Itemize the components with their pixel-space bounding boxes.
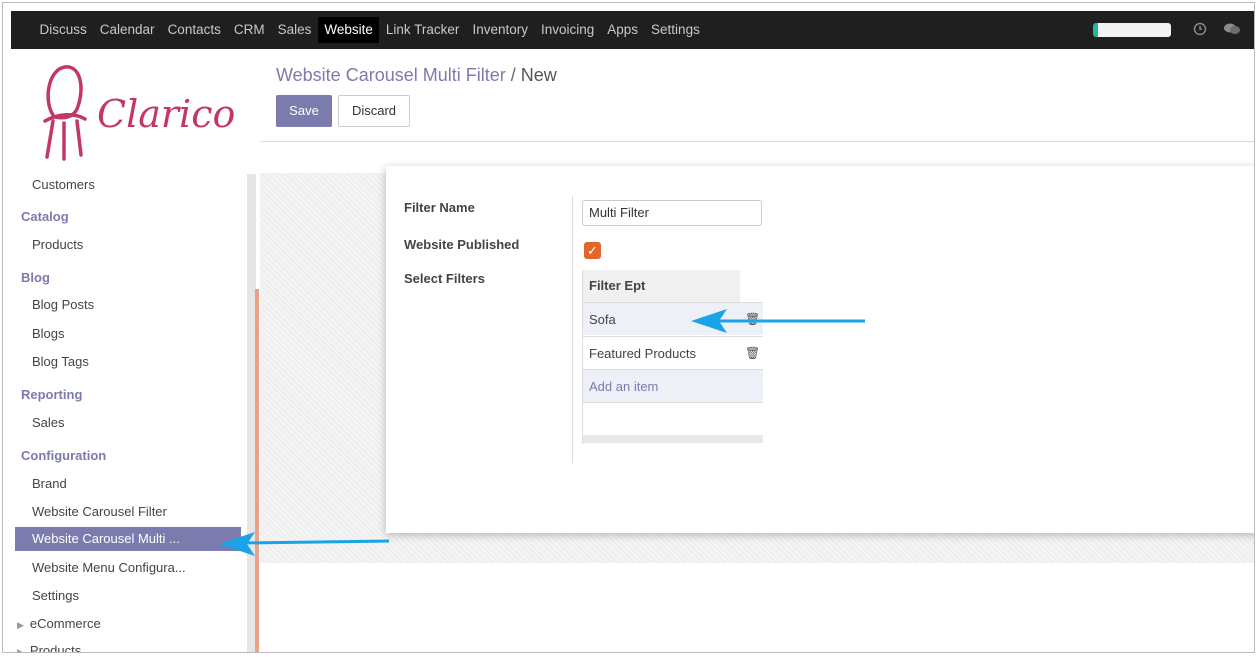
top-menu-settings[interactable]: Settings [645,17,707,43]
top-menu-calendar[interactable]: Calendar [93,17,161,43]
sidebar-item-products[interactable]: Products [32,237,83,252]
clarico-logo: Clarico [31,59,251,169]
row-label: Sofa [589,312,616,327]
top-menu-discuss[interactable]: Discuss [33,17,93,43]
top-navbar: Discuss Calendar Contacts CRM Sales Website Li… [11,11,1254,49]
top-menu-link-tracker[interactable]: Link Tracker [379,17,466,43]
sidebar-item-blog-tags[interactable]: Blog Tags [32,354,89,369]
top-menu-website[interactable]: Website [317,17,380,43]
sidebar-group-label: eCommerce [29,616,101,631]
screenshot-frame: Discuss Calendar Contacts CRM Sales Website Li… [2,2,1255,653]
save-button[interactable]: Save [276,95,332,127]
annotation-arrow-icon [691,309,865,333]
table-footer [583,435,763,443]
filter-name-label: Filter Name [404,200,475,215]
breadcrumb-current: New [520,65,557,85]
sidebar-item-blog-posts[interactable]: Blog Posts [32,297,94,312]
sidebar-item-brand[interactable]: Brand [32,476,67,491]
sidebar-item-website-carousel-filter[interactable]: Website Carousel Filter [32,504,167,519]
sidebar-group-ecommerce[interactable]: ▶ eCommerce [17,616,101,631]
select-filters-label: Select Filters [404,271,485,286]
breadcrumb-parent[interactable]: Website Carousel Multi Filter [276,65,506,85]
logo-text: Clarico [97,92,235,136]
annotation-arrow-icon [219,532,390,556]
control-panel-divider [260,141,1254,142]
caret-right-icon: ▶ [17,647,24,653]
sidebar-item-settings[interactable]: Settings [32,588,79,603]
chat-icon[interactable] [1223,22,1241,39]
sidebar-section-configuration: Configuration [21,448,107,463]
top-menu-invoicing[interactable]: Invoicing [534,17,600,43]
filters-table: Filter Ept Sofa 🗑 Featured Products 🗑 Ad… [582,270,763,444]
top-menu-inventory[interactable]: Inventory [466,17,535,43]
sidebar-item-website-carousel-multi[interactable]: Website Carousel Multi ... [15,527,241,551]
top-menu-sales[interactable]: Sales [271,17,318,43]
sidebar-group-products[interactable]: ▶ Products [17,643,82,653]
form-column-divider [572,196,573,463]
sidebar-item-customers[interactable]: Customers [32,177,95,192]
sidebar-item-blogs[interactable]: Blogs [32,326,65,341]
filter-name-input[interactable]: Multi Filter [582,200,762,226]
top-menu-apps[interactable]: Apps [601,17,645,43]
sidebar-scrollbar-thumb[interactable] [255,289,259,652]
sidebar-item-website-menu-configura[interactable]: Website Menu Configura... [32,560,186,575]
sidebar-section-reporting: Reporting [21,387,83,402]
form-sheet [386,166,1254,533]
sidebar-section-blog: Blog [21,270,50,285]
add-item-link[interactable]: Add an item [583,369,763,402]
breadcrumb: Website Carousel Multi Filter / New [276,65,557,86]
table-header-filter-ept[interactable]: Filter Ept [583,270,740,302]
top-menu-contacts[interactable]: Contacts [161,17,227,43]
sidebar-group-label: Products [29,643,82,653]
sidebar-section-catalog: Catalog [21,209,69,224]
table-row[interactable]: Featured Products 🗑 [583,336,763,369]
top-menu-crm[interactable]: CRM [227,17,271,43]
progress-bar [1093,23,1171,37]
caret-right-icon: ▶ [17,620,24,630]
website-published-label: Website Published [404,237,520,252]
clock-icon[interactable] [1193,22,1207,39]
top-menu: Discuss Calendar Contacts CRM Sales Website Li… [33,11,706,49]
table-empty-row [583,402,763,434]
trash-icon[interactable]: 🗑 [745,337,760,370]
breadcrumb-separator: / [510,65,516,85]
sidebar: Clarico Customers Catalog Products Blog Blog… [11,49,259,653]
discard-button[interactable]: Discard [338,95,410,127]
row-label: Featured Products [589,346,696,361]
sidebar-item-sales[interactable]: Sales [32,415,65,430]
website-published-checkbox[interactable]: ✓ [584,242,601,259]
